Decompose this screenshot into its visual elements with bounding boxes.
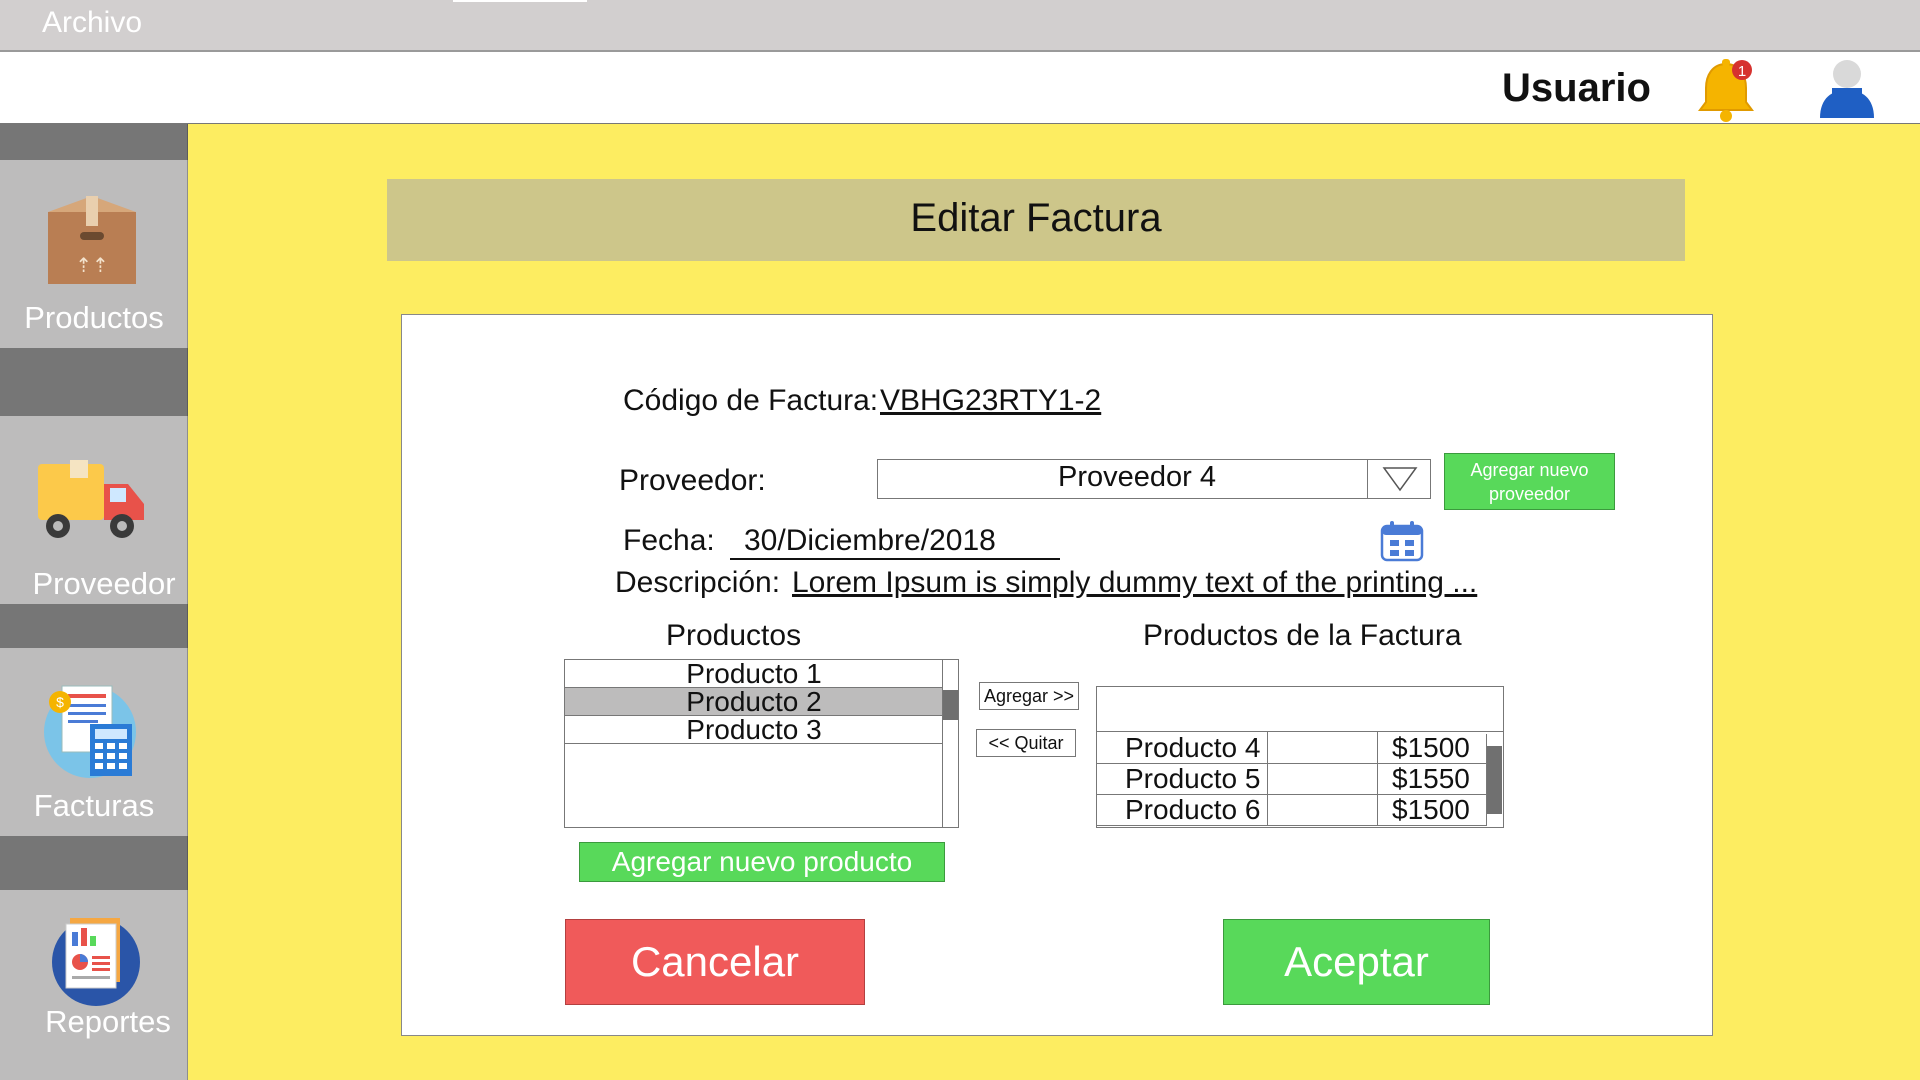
svg-text:$: $ — [56, 694, 64, 710]
proveedor-label: Proveedor: — [619, 464, 766, 497]
page-title: Editar Factura — [910, 196, 1162, 240]
remove-from-invoice-button[interactable]: << Quitar — [976, 729, 1076, 757]
list-item[interactable]: Producto 1 — [565, 660, 943, 688]
column-divider — [1267, 763, 1268, 794]
invoice-calculator-icon: $ — [40, 680, 140, 785]
cancel-button[interactable]: Cancelar — [565, 919, 865, 1005]
fecha-value[interactable]: 30/Diciembre/2018 — [730, 524, 1060, 560]
menu-tab-indicator — [453, 0, 587, 2]
list-item[interactable]: Producto 3 — [565, 716, 943, 744]
table-cell-price: $1500 — [1392, 732, 1470, 763]
box-icon: ⇡⇡ — [40, 186, 144, 295]
add-supplier-label-line1: Agregar nuevo — [1470, 460, 1589, 480]
table-cell-name: Producto 6 — [1125, 794, 1261, 825]
column-divider — [1377, 794, 1378, 825]
sidebar-item-reportes[interactable]: Reportes — [0, 890, 188, 1080]
add-product-button[interactable]: Agregar nuevo producto — [579, 842, 945, 882]
table-cell-name: Producto 4 — [1125, 732, 1261, 763]
sidebar-item-productos[interactable]: ⇡⇡ Productos — [0, 160, 188, 348]
report-icon — [48, 910, 144, 1011]
add-supplier-button[interactable]: Agregar nuevo proveedor — [1444, 453, 1615, 510]
sidebar-label-facturas: Facturas — [33, 788, 155, 823]
sidebar-label-proveedor: Proveedor — [32, 566, 176, 601]
truck-icon — [36, 460, 148, 549]
productos-list[interactable]: Producto 1 Producto 2 Producto 3 — [564, 659, 959, 828]
productos-scrollbar[interactable] — [942, 660, 958, 827]
svg-text:⇡⇡: ⇡⇡ — [75, 255, 109, 277]
add-to-invoice-button[interactable]: Agregar >> — [979, 682, 1079, 710]
user-label[interactable]: Usuario — [1502, 66, 1651, 111]
add-supplier-label-line2: proveedor — [1488, 484, 1571, 504]
productos-heading: Productos — [666, 619, 802, 652]
table-row[interactable]: Producto 6 $1500 — [1097, 794, 1489, 826]
proveedor-select-value: Proveedor 4 — [1058, 461, 1216, 493]
table-row[interactable]: Producto 4 $1500 — [1097, 732, 1489, 764]
codigo-label: Código de Factura: — [623, 384, 879, 417]
chevron-down-icon[interactable] — [1367, 459, 1431, 499]
menubar — [0, 0, 1920, 52]
productos-scroll-thumb[interactable] — [943, 690, 958, 720]
factura-productos-scroll-thumb[interactable] — [1487, 746, 1502, 814]
list-item-selected[interactable]: Producto 2 — [565, 688, 943, 716]
codigo-value[interactable]: VBHG23RTY1-2 — [880, 384, 1101, 418]
notification-count: 1 — [1738, 63, 1746, 80]
menu-archivo[interactable]: Archivo — [42, 6, 142, 40]
table-cell-price: $1550 — [1392, 763, 1470, 794]
table-cell-price: $1500 — [1392, 794, 1470, 825]
column-divider — [1267, 732, 1268, 763]
factura-productos-heading: Productos de la Factura — [1143, 619, 1462, 652]
user-avatar-icon[interactable] — [1816, 56, 1878, 120]
sidebar-label-reportes: Reportes — [45, 1004, 171, 1039]
factura-productos-table: Producto 4 $1500 Producto 5 $1550 Produc… — [1096, 731, 1504, 828]
column-divider — [1267, 794, 1268, 825]
table-cell-name: Producto 5 — [1125, 763, 1261, 794]
sidebar-label-productos: Productos — [24, 300, 164, 335]
factura-productos-header — [1096, 686, 1504, 732]
sidebar-item-proveedor[interactable]: Proveedor — [0, 416, 188, 604]
table-row[interactable]: Producto 5 $1550 — [1097, 763, 1489, 795]
accept-button[interactable]: Aceptar — [1223, 919, 1490, 1005]
descripcion-label: Descripción: — [615, 566, 781, 599]
descripcion-value[interactable]: Lorem Ipsum is simply dummy text of the … — [792, 566, 1477, 600]
calendar-icon[interactable] — [1380, 520, 1424, 567]
column-divider — [1377, 732, 1378, 763]
column-divider — [1377, 763, 1378, 794]
sidebar-item-facturas[interactable]: $ Facturas — [0, 648, 188, 836]
fecha-label: Fecha: — [623, 524, 715, 557]
notification-bell-icon[interactable]: 1 — [1694, 56, 1758, 124]
